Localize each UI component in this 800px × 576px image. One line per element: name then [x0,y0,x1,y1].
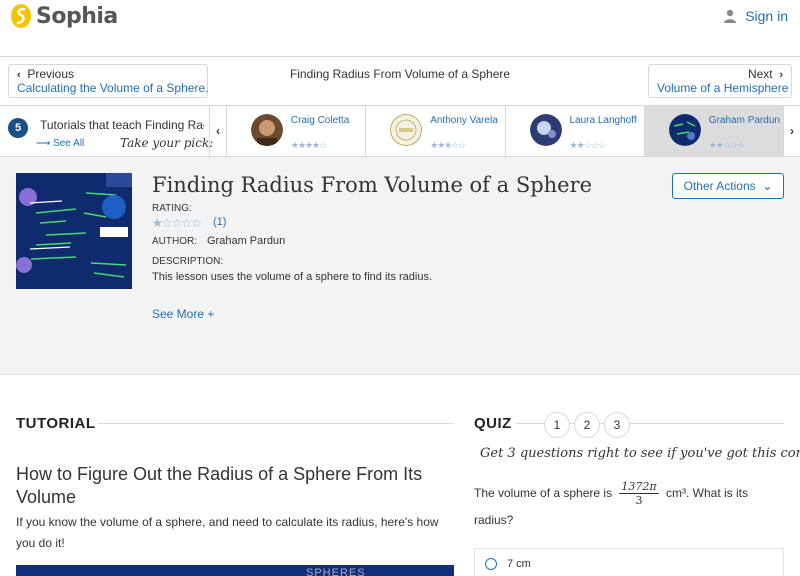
tutor-name: Craig Coletta [290,115,350,126]
tutorials-teach-text: Tutorials that teach Finding Rad [40,118,204,132]
lesson-thumbnail[interactable] [16,173,132,289]
rating-count[interactable]: (1) [213,216,226,228]
tutor-rating-stars: ★★☆☆☆ [708,140,745,150]
rating-label: Rating: [152,203,192,214]
see-more-link[interactable]: See More + [152,307,214,321]
tutor-name: Anthony Varela [430,115,498,126]
volume-fraction: 1372π 3 [619,480,659,508]
tutor-rating-stars: ★★☆☆☆ [569,140,606,150]
tutorial-count-panel: 5 Tutorials that teach Finding Rad ⟶ See… [0,106,213,156]
video-label: SPHERES [306,567,366,576]
quiz-question-1[interactable]: 1 [544,412,570,438]
previous-lesson-link[interactable]: Calculating the Volume of a Sphere. [17,81,208,95]
see-all-link[interactable]: ⟶ See All [36,138,84,149]
tutorial-video[interactable]: SPHERES [16,565,454,576]
tutor-name: Laura Langhoff [569,115,637,126]
take-your-pick: Take your pick: [120,136,214,150]
user-icon [724,9,737,23]
tutorial-description: If you know the volume of a sphere, and … [16,515,439,550]
radio-button[interactable] [485,557,497,570]
lesson-navigation: ‹ Previous Calculating the Volume of a S… [0,57,800,105]
rating-stars: ★☆☆☆☆ [152,216,202,230]
other-actions-label: Other Actions [683,179,756,193]
tutor-card-selected[interactable]: Graham Pardun ★★☆☆☆ [643,106,784,156]
avatar [529,114,562,146]
lesson-title: Finding Radius From Volume of a Sphere [152,173,593,197]
chevron-down-icon: ⌄ [762,179,773,193]
question-lead: The volume of a sphere is [474,486,613,500]
author-name: Graham Pardun [207,235,286,247]
quiz-section-title: QUIZ [474,415,512,432]
sophia-logo[interactable]: Sophia [10,3,118,29]
tutorial-picker: 5 Tutorials that teach Finding Rad ⟶ See… [0,105,800,157]
fraction-denominator: 3 [635,494,643,508]
tutor-card[interactable]: Craig Coletta ★★★★☆ [225,106,365,156]
tutor-rating-stars: ★★★★☆ [290,140,327,150]
tutorial-and-quiz: TUTORIAL How to Figure Out the Radius of… [0,375,800,576]
description-label: Description: [152,256,224,267]
tutor-name: Graham Pardun [708,115,780,126]
divider [98,423,453,424]
quiz-prompt: Get 3 questions right to see if you've g… [480,446,800,461]
see-all-label: See All [53,138,85,149]
carousel-next-arrow[interactable]: › [783,106,800,156]
quiz-question-2[interactable]: 2 [574,412,600,438]
answer-option[interactable]: 7 cm [474,548,784,576]
brand-name: Sophia [36,3,118,29]
chevron-left-icon: ‹ [215,124,220,138]
other-actions-button[interactable]: Other Actions ⌄ [672,173,784,199]
next-button[interactable]: Next › Volume of a Hemisphere [648,64,792,98]
arrow-right-icon: ⟶ [36,138,51,149]
site-header: Sophia Sign in [0,0,800,57]
lesson-description: This lesson uses the volume of a sphere … [152,271,433,283]
chevron-right-icon: › [779,69,783,81]
tutorial-heading: How to Figure Out the Radius of a Sphere… [16,464,423,507]
next-lesson-link[interactable]: Volume of a Hemisphere [657,81,788,95]
avatar [668,114,701,146]
author-label: Author: [152,236,197,247]
tutorial-section-title: TUTORIAL [16,415,96,432]
quiz-question-text: The volume of a sphere is 1372π 3 cm³. Wh… [474,480,774,533]
answer-label: 7 cm [507,557,531,570]
sign-in-link[interactable]: Sign in [723,8,788,24]
tutor-card[interactable]: Laura Langhoff ★★☆☆☆ [504,106,644,156]
next-label: Next [747,67,773,81]
quiz-question-3[interactable]: 3 [604,412,630,438]
avatar [390,114,423,146]
tutor-rating-stars: ★★✬☆☆ [430,140,466,150]
tutor-card[interactable]: Anthony Varela ★★✬☆☆ [365,106,504,156]
sign-in-label: Sign in [745,8,788,24]
lesson-summary: Finding Radius From Volume of a Sphere O… [0,157,800,375]
sophia-logo-icon [11,4,31,28]
chevron-right-icon: › [790,124,795,138]
avatar [250,114,283,146]
tutorial-count-badge: 5 [8,118,28,138]
fraction-numerator: 1372π [619,480,659,495]
